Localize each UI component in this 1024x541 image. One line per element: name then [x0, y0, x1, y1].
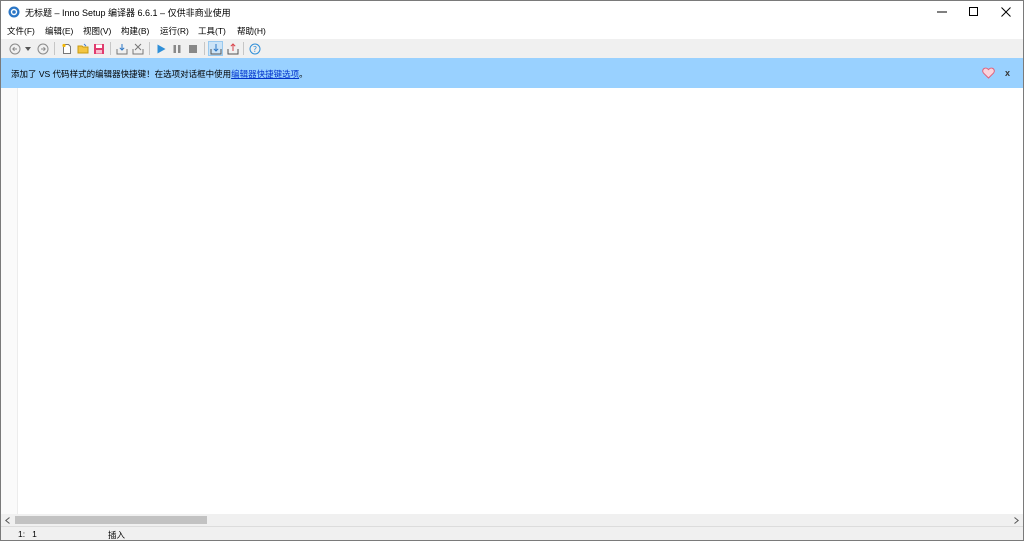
- menu-edit[interactable]: 编辑(E): [45, 25, 73, 37]
- close-button[interactable]: [990, 1, 1022, 23]
- svg-text:?: ?: [252, 45, 256, 54]
- stop-button[interactable]: [185, 41, 200, 56]
- editor-gutter[interactable]: [1, 88, 18, 514]
- app-window: 无标题 – Inno Setup 编译器 6.6.1 – 仅供非商业使用 文件(…: [0, 0, 1024, 541]
- notification-bar: 添加了 VS 代码样式的编辑器快捷键！在选项对话框中使用编辑器快捷键选项。 x: [1, 58, 1023, 88]
- save-button[interactable]: [91, 41, 106, 56]
- pause-icon: [173, 44, 180, 53]
- notification-text: 添加了 VS 代码样式的编辑器快捷键！在选项对话框中使用: [11, 69, 232, 79]
- target-setup-button[interactable]: [208, 41, 223, 56]
- toolbar-separator: [149, 42, 150, 55]
- save-file-icon: [93, 43, 104, 54]
- toolbar-separator: [204, 42, 205, 55]
- scroll-left-button[interactable]: [1, 514, 14, 526]
- help-icon: ?: [249, 43, 260, 54]
- cursor-position: 1: 1: [18, 529, 37, 539]
- inno-setup-icon: [8, 6, 20, 18]
- menu-file[interactable]: 文件(F): [7, 25, 35, 37]
- toolbar-separator: [243, 42, 244, 55]
- maximize-button[interactable]: [958, 1, 990, 23]
- menu-tools[interactable]: 工具(T): [198, 25, 226, 37]
- menu-build[interactable]: 构建(B): [121, 25, 149, 37]
- close-icon: [1001, 7, 1011, 17]
- menu-help[interactable]: 帮助(H): [237, 25, 266, 37]
- run-button[interactable]: [153, 41, 168, 56]
- status-bar: 1: 1 插入: [1, 526, 1023, 540]
- stop-compile-button[interactable]: [130, 41, 145, 56]
- target-setup-icon: [210, 43, 221, 54]
- stop-compile-icon: [132, 43, 143, 54]
- back-dropdown[interactable]: [23, 41, 32, 56]
- notification-suffix: 。: [299, 69, 308, 79]
- open-button[interactable]: [75, 41, 90, 56]
- open-file-icon: [77, 43, 88, 53]
- forward-icon: [37, 43, 48, 54]
- dropdown-arrow-icon: [24, 46, 31, 51]
- menu-run[interactable]: 运行(R): [160, 25, 189, 37]
- heart-icon[interactable]: [982, 67, 995, 79]
- help-button[interactable]: ?: [247, 41, 262, 56]
- forward-button[interactable]: [35, 41, 50, 56]
- new-button[interactable]: [59, 41, 74, 56]
- menu-view[interactable]: 视图(V): [83, 25, 111, 37]
- notification-message: 添加了 VS 代码样式的编辑器快捷键！在选项对话框中使用编辑器快捷键选项。: [11, 68, 308, 80]
- pause-button[interactable]: [169, 41, 184, 56]
- insert-mode-indicator: 插入: [108, 530, 126, 540]
- scroll-left-icon: [5, 516, 10, 524]
- horizontal-scrollbar[interactable]: [1, 514, 1023, 526]
- window-title: 无标题 – Inno Setup 编译器 6.6.1 – 仅供非商业使用: [25, 8, 231, 18]
- target-uninstall-button[interactable]: [225, 41, 240, 56]
- minimize-button[interactable]: [926, 1, 958, 23]
- editor-shortcuts-options-link[interactable]: 编辑器快捷键选项: [231, 69, 299, 79]
- maximize-icon: [969, 7, 978, 16]
- compile-button[interactable]: [114, 41, 129, 56]
- scroll-right-button[interactable]: [1010, 514, 1023, 526]
- scrollbar-thumb[interactable]: [15, 516, 207, 524]
- title-bar: 无标题 – Inno Setup 编译器 6.6.1 – 仅供非商业使用: [1, 1, 1023, 23]
- run-icon: [157, 44, 165, 53]
- scroll-right-icon: [1014, 516, 1019, 524]
- target-uninstall-icon: [227, 42, 238, 54]
- compile-icon: [116, 43, 127, 54]
- menu-bar: 文件(F) 编辑(E) 视图(V) 构建(B) 运行(R) 工具(T) 帮助(H…: [1, 23, 1023, 38]
- minimize-icon: [937, 11, 947, 13]
- toolbar-separator: [110, 42, 111, 55]
- stop-icon: [188, 44, 197, 53]
- back-button[interactable]: [7, 41, 22, 56]
- notification-close-button[interactable]: x: [1005, 68, 1010, 78]
- toolbar: ?: [1, 39, 1023, 58]
- toolbar-separator: [54, 42, 55, 55]
- back-icon: [9, 43, 20, 54]
- new-file-icon: [61, 43, 71, 54]
- code-editor[interactable]: [1, 88, 1023, 514]
